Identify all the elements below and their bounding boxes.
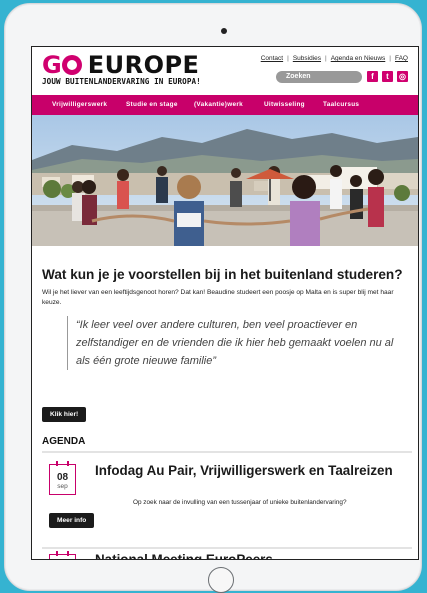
event-month: sep [57, 483, 68, 490]
home-button[interactable] [208, 567, 234, 593]
site-logo[interactable]: G EUROPE JOUW BUITENLANDERVARING IN EURO… [42, 51, 201, 86]
click-here-button[interactable]: Klik hier! [42, 407, 87, 422]
event-description: Op zoek naar de invulling van een tussen… [133, 499, 347, 506]
site-header: G EUROPE JOUW BUITENLANDERVARING IN EURO… [32, 47, 418, 93]
nav-item-studie[interactable]: Studie en stage [126, 101, 178, 108]
article-quote: “Ik leer veel over andere culturen, ben … [67, 316, 397, 370]
camera-icon [221, 28, 227, 34]
article-intro: Wil je het liever van een leeftijdsgenoo… [42, 289, 394, 306]
top-links: Contact | Subsidies | Agenda en Nieuws |… [261, 55, 408, 62]
more-info-button[interactable]: Meer info [49, 513, 95, 528]
nav-item-vakantiewerk[interactable]: (Vakantie)werk [194, 101, 243, 108]
main-content: Wat kun je je voorstellen bij in het bui… [42, 246, 412, 559]
hero-photo-illustration [32, 115, 418, 246]
instagram-icon[interactable]: ◎ [397, 71, 408, 82]
event-day: 08 [56, 472, 69, 483]
hero-image [32, 115, 418, 246]
twitter-icon[interactable]: t [382, 71, 393, 82]
agenda-event[interactable]: 08 sep Infodag Au Pair, Vrijwilligerswer… [42, 453, 412, 535]
toplink-subsidies[interactable]: Subsidies [293, 55, 321, 62]
browser-screen: G EUROPE JOUW BUITENLANDERVARING IN EURO… [31, 46, 419, 560]
tablet-frame: G EUROPE JOUW BUITENLANDERVARING IN EURO… [4, 3, 422, 593]
toplink-separator: | [287, 55, 289, 62]
calendar-icon: 08 sep [49, 461, 76, 495]
nav-item-vrijwilligerswerk[interactable]: Vrijwilligerswerk [52, 101, 107, 108]
agenda-event[interactable]: National Meeting EuroPeers [42, 549, 412, 559]
toplink-agenda[interactable]: Agenda en Nieuws [331, 55, 386, 62]
facebook-icon[interactable]: f [367, 71, 378, 82]
social-links: f t ◎ [367, 71, 408, 82]
toplink-separator: | [389, 55, 391, 62]
event-title[interactable]: Infodag Au Pair, Vrijwilligerswerk en Ta… [95, 463, 395, 479]
agenda-heading: AGENDA [42, 436, 86, 447]
nav-item-uitwisseling[interactable]: Uitwisseling [264, 101, 305, 108]
toplink-faq[interactable]: FAQ [395, 55, 408, 62]
logo-o-icon [61, 55, 82, 75]
logo-europe-text: EUROPE [87, 51, 200, 79]
toplink-separator: | [325, 55, 327, 62]
toplink-contact[interactable]: Contact [261, 55, 283, 62]
logo-go-text: G [42, 51, 62, 79]
nav-item-taalcursus[interactable]: Taalcursus [323, 101, 359, 108]
main-nav: Vrijwilligerswerk Studie en stage (Vakan… [32, 95, 418, 115]
search-input[interactable]: Zoeken [276, 71, 362, 83]
logo-tagline: JOUW BUITENLANDERVARING IN EUROPA! [42, 77, 201, 86]
calendar-icon [49, 551, 76, 559]
event-title[interactable]: National Meeting EuroPeers [95, 552, 273, 559]
article-title: Wat kun je je voorstellen bij in het bui… [42, 267, 403, 282]
